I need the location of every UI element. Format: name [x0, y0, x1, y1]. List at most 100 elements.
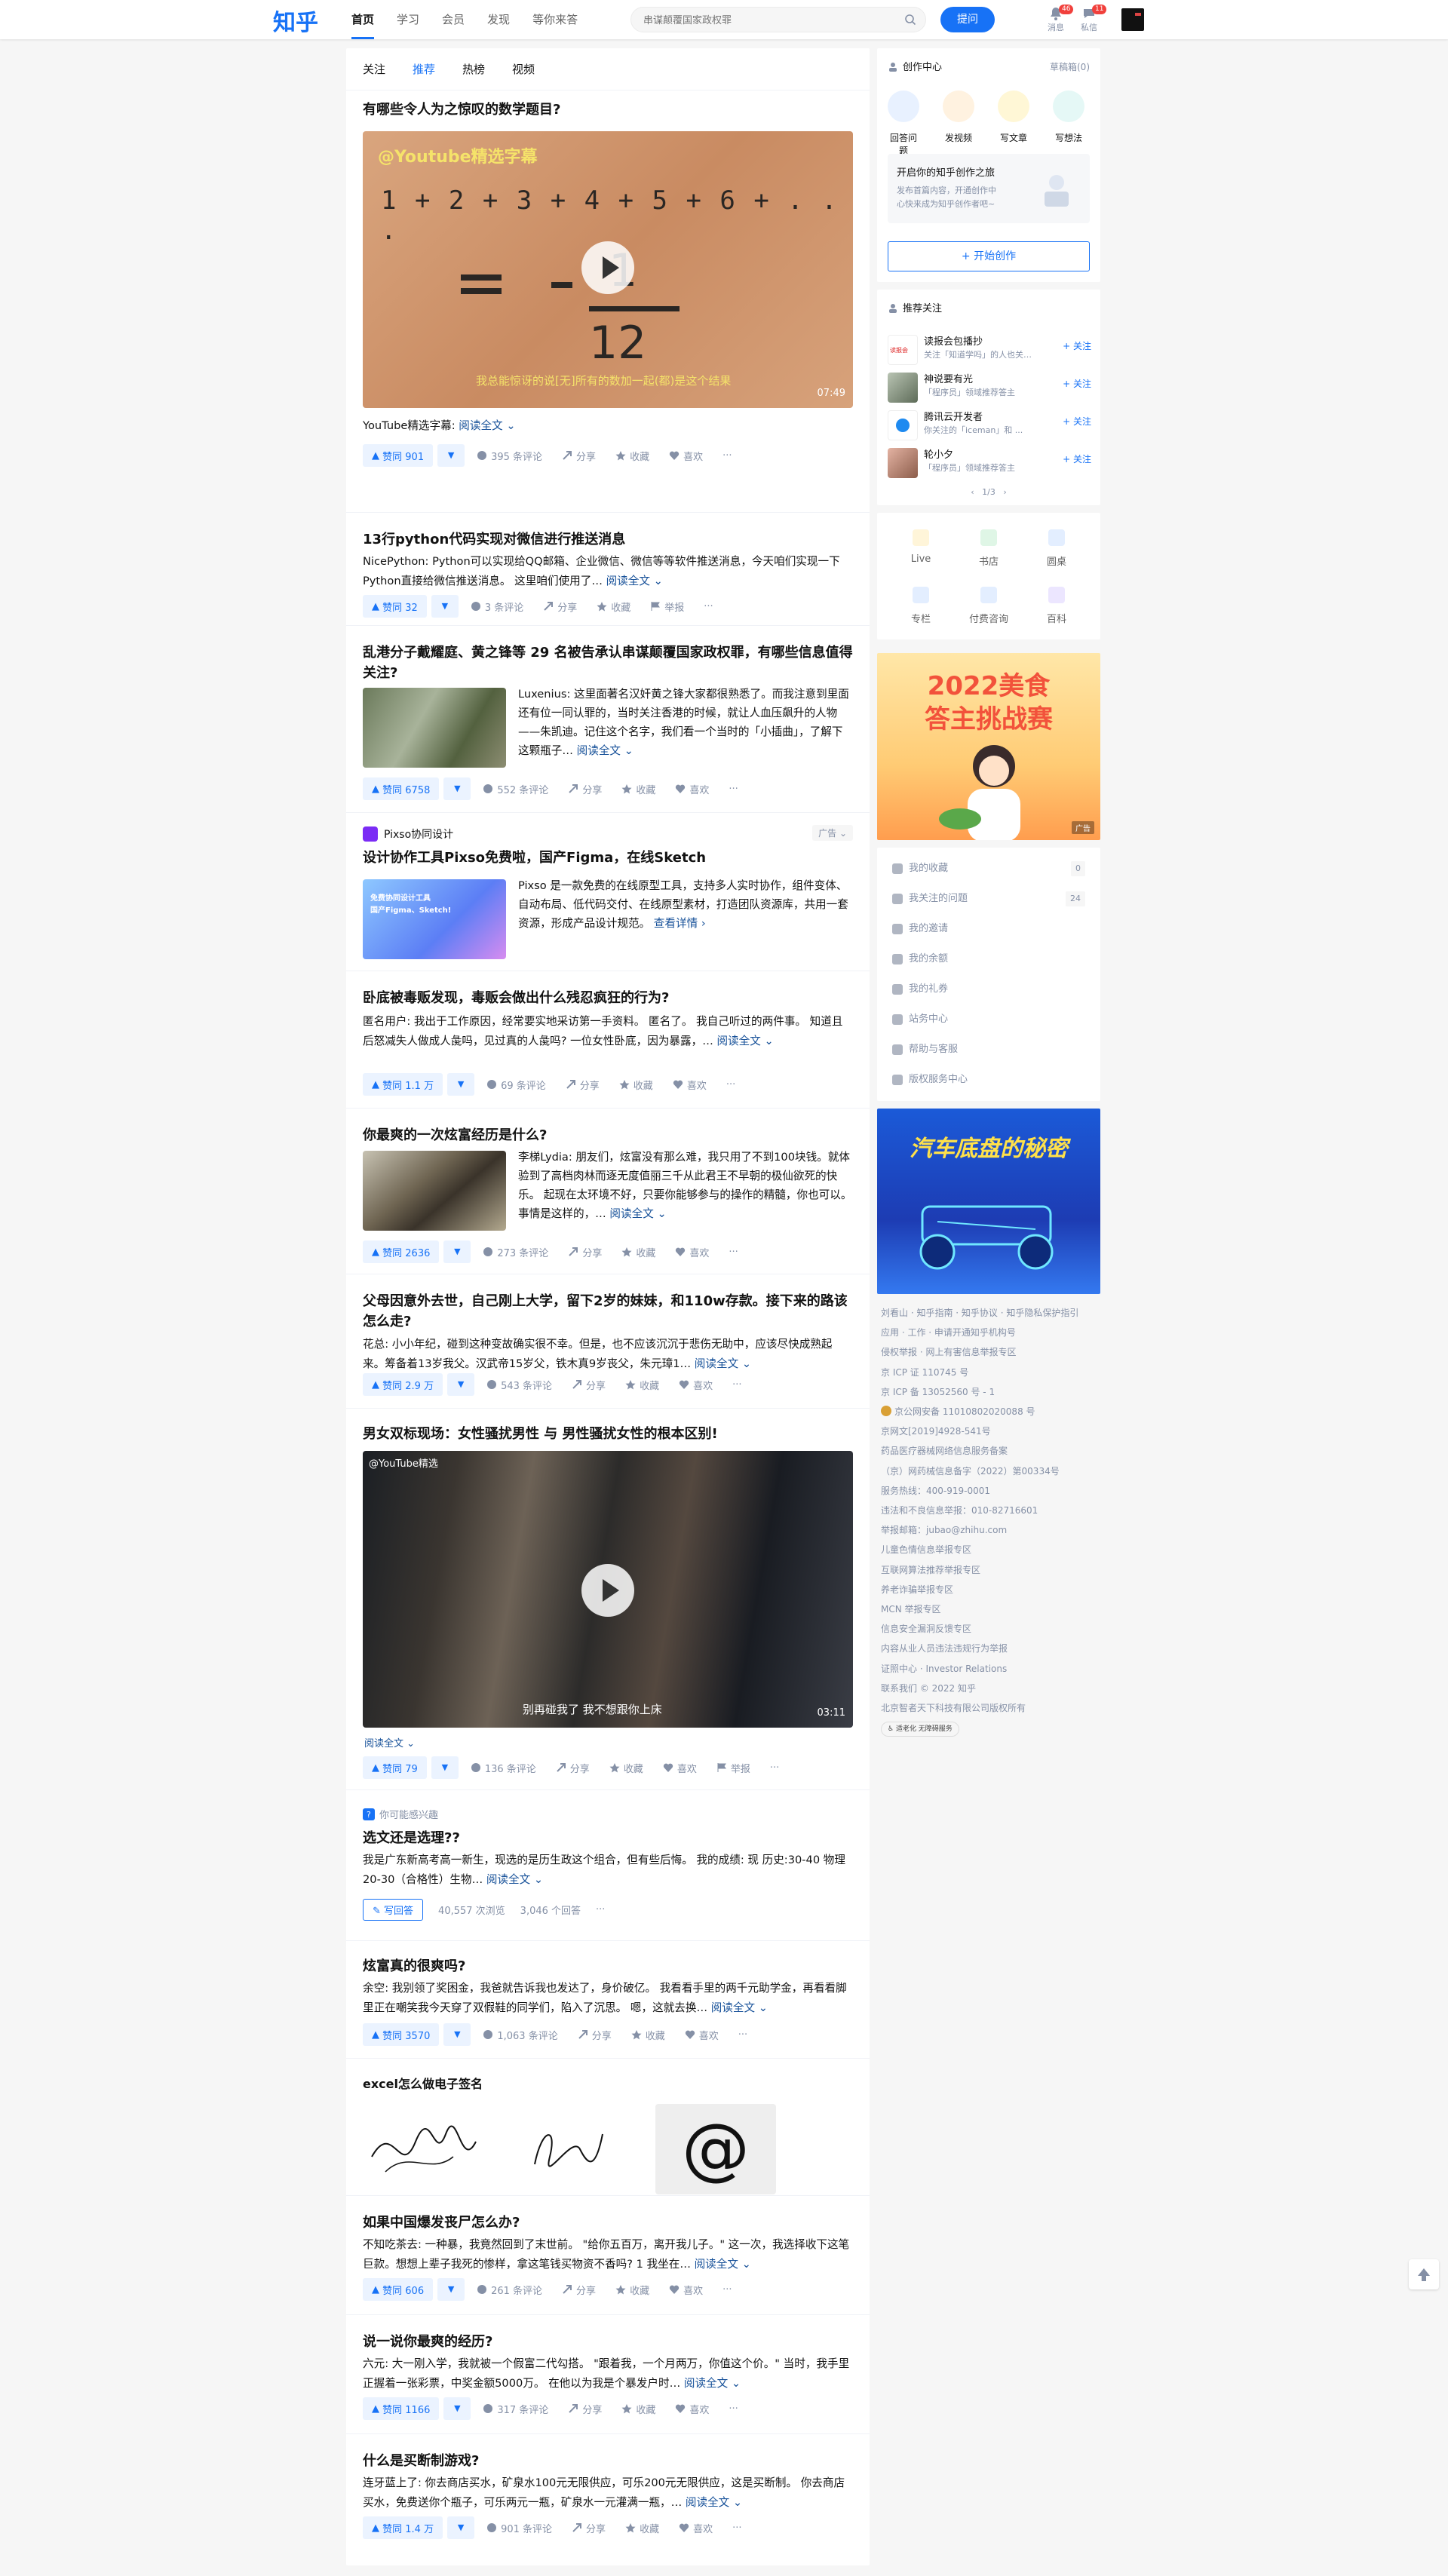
share-button[interactable]: 分享	[556, 1761, 590, 1775]
user-avatar[interactable]	[1121, 8, 1144, 31]
favorite-button[interactable]: 收藏	[621, 2402, 655, 2416]
share-button[interactable]: 分享	[543, 600, 577, 614]
prev-page-button[interactable]: ‹	[971, 487, 974, 497]
more-options-button[interactable]: ···	[729, 1247, 738, 1258]
card-title[interactable]: 炫富真的很爽吗?	[363, 1956, 465, 1976]
upvote-button[interactable]: ▲ 赞同 6758	[363, 777, 440, 800]
card-title[interactable]: 卧底被毒贩发现，毒贩会做出什么残忍疯狂的行为?	[363, 988, 669, 1008]
encyclopedia-link[interactable]: 百科	[1026, 587, 1087, 625]
share-button[interactable]: 分享	[568, 1245, 602, 1259]
nav-vip[interactable]: 会员	[442, 0, 465, 39]
follow-button[interactable]: + 关注	[1063, 339, 1091, 352]
column-link[interactable]: 专栏	[891, 587, 951, 625]
tab-hot[interactable]: 热榜	[462, 48, 485, 90]
nav-home[interactable]: 首页	[351, 0, 375, 39]
footer-line[interactable]: 药品医疗器械网络信息服务备案	[881, 1441, 1100, 1461]
share-button[interactable]: 分享	[568, 2402, 602, 2416]
footer-line[interactable]: 京网文[2019]4928-541号	[881, 1421, 1100, 1441]
favorite-button[interactable]: 收藏	[625, 2521, 659, 2535]
at-symbol-image[interactable]: @	[655, 2104, 776, 2194]
menu-balance[interactable]: 我的余额	[892, 944, 1085, 974]
start-creating-button[interactable]: + 开始创作	[888, 241, 1090, 271]
accessibility-button[interactable]: ♿ 适老化 无障碍服务	[881, 1722, 959, 1737]
like-button[interactable]: 喜欢	[675, 1245, 709, 1259]
comment-button[interactable]: 317 条评论	[483, 2402, 548, 2416]
read-more-link[interactable]: 阅读全文	[695, 1357, 738, 1370]
menu-favorites[interactable]: 我的收藏 0	[892, 854, 1085, 884]
footer-line[interactable]: 养老诈骗举报专区	[881, 1580, 1100, 1599]
follow-button[interactable]: + 关注	[1063, 452, 1091, 465]
like-button[interactable]: 喜欢	[679, 2521, 713, 2535]
post-video-button[interactable]: 发视频	[941, 90, 976, 144]
more-options-button[interactable]: ···	[726, 1079, 735, 1090]
card-title[interactable]: 如果中国爆发丧尸怎么办?	[363, 2213, 520, 2233]
like-button[interactable]: 喜欢	[663, 1761, 697, 1775]
upvote-button[interactable]: ▲ 赞同 79	[363, 1756, 427, 1779]
footer-line[interactable]: （京）网药械信息备字（2022）第00334号	[881, 1461, 1100, 1481]
card-title[interactable]: 父母因意外去世，自己刚上大学，留下2岁的妹妹，和110w存款。接下来的路该怎么走…	[363, 1291, 853, 1332]
food-challenge-banner[interactable]: 2022美食 答主挑战赛 广告	[877, 653, 1100, 840]
favorite-button[interactable]: 收藏	[631, 2028, 665, 2042]
read-more-link[interactable]: 阅读全文	[606, 575, 650, 587]
nav-discover[interactable]: 发现	[487, 0, 510, 39]
downvote-button[interactable]: ▼	[437, 444, 465, 467]
more-options-button[interactable]: ···	[722, 450, 732, 462]
report-button[interactable]: 举报	[650, 600, 684, 614]
menu-followed-questions[interactable]: 我关注的问题 24	[892, 884, 1085, 914]
tab-video[interactable]: 视频	[512, 48, 535, 90]
direct-messages-button[interactable]: 11 私信	[1074, 5, 1107, 33]
comment-button[interactable]: 3 条评论	[471, 600, 523, 614]
comment-button[interactable]: 552 条评论	[483, 782, 548, 796]
read-more-link[interactable]: 阅读全文	[577, 744, 621, 757]
downvote-button[interactable]: ▼	[437, 2278, 465, 2301]
live-link[interactable]: Live	[891, 529, 951, 565]
comment-button[interactable]: 901 条评论	[486, 2521, 552, 2535]
menu-coupons[interactable]: 我的礼券	[892, 974, 1085, 1004]
drafts-link[interactable]: 草稿箱(0)	[1050, 60, 1090, 73]
comment-button[interactable]: 261 条评论	[477, 2283, 542, 2297]
comment-button[interactable]: 273 条评论	[483, 1245, 548, 1259]
answer-thumbnail[interactable]	[363, 1151, 506, 1231]
footer-line[interactable]: 京公网安备 11010802020088 号	[881, 1402, 1100, 1421]
video-player[interactable]: @Youtube精选字幕 1 + 2 + 3 + 4 + 5 + 6 + . .…	[363, 131, 853, 408]
downvote-button[interactable]: ▼	[443, 777, 471, 800]
comment-button[interactable]: 1,063 条评论	[483, 2028, 558, 2042]
upvote-button[interactable]: ▲ 赞同 3570	[363, 2023, 440, 2046]
downvote-button[interactable]: ▼	[443, 2397, 471, 2420]
play-icon[interactable]	[581, 1564, 634, 1617]
card-title[interactable]: 什么是买断制游戏?	[363, 2451, 479, 2471]
like-button[interactable]: 喜欢	[685, 2028, 719, 2042]
read-more-link[interactable]: 阅读全文	[459, 419, 502, 432]
back-to-top-button[interactable]	[1409, 2259, 1439, 2289]
search-input[interactable]	[631, 8, 880, 32]
like-button[interactable]: 喜欢	[675, 782, 709, 796]
view-details-link[interactable]: 查看详情	[654, 917, 698, 930]
share-button[interactable]: 分享	[572, 1378, 606, 1392]
write-answer-button[interactable]: ✎ 写回答	[363, 1899, 424, 1921]
footer-line[interactable]: 内容从业人员违法违规行为举报	[881, 1639, 1100, 1658]
like-button[interactable]: 喜欢	[679, 1378, 713, 1392]
upvote-button[interactable]: ▲ 赞同 901	[363, 444, 434, 467]
upvote-button[interactable]: ▲ 赞同 32	[363, 595, 427, 618]
like-button[interactable]: 喜欢	[673, 1078, 707, 1092]
recommend-item[interactable]: 腾讯云开发者 你关注的「iceman」和 ... + 关注	[888, 404, 1091, 442]
footer-line[interactable]: 京 ICP 备 13052560 号 - 1	[881, 1382, 1100, 1402]
answer-question-button[interactable]: 回答问题	[886, 90, 921, 157]
more-options-button[interactable]: ···	[704, 601, 713, 612]
footer-line[interactable]: 举报邮箱：jubao@zhihu.com	[881, 1520, 1100, 1540]
card-title[interactable]: 有哪些令人为之惊叹的数学题目?	[363, 100, 560, 120]
card-title[interactable]: 乱港分子戴耀庭、黄之锋等 29 名被告承认串谋颠覆国家政权罪，有哪些信息值得关注…	[363, 642, 853, 683]
comment-button[interactable]: 543 条评论	[486, 1378, 552, 1392]
share-button[interactable]: 分享	[562, 2283, 596, 2297]
search-icon[interactable]	[904, 14, 916, 26]
recommend-item[interactable]: 轮小夕 「程序员」领域推荐答主 + 关注	[888, 442, 1091, 480]
menu-invitations[interactable]: 我的邀请	[892, 914, 1085, 944]
favorite-button[interactable]: 收藏	[615, 2283, 649, 2297]
footer-line[interactable]: 刘看山 · 知乎指南 · 知乎协议 · 知乎隐私保护指引	[881, 1303, 1100, 1323]
more-options-button[interactable]: ···	[722, 2284, 732, 2295]
downvote-button[interactable]: ▼	[443, 2023, 471, 2046]
zhihu-logo[interactable]: 知乎	[273, 4, 318, 37]
card-title[interactable]: 男女双标现场：女性骚扰男性 与 男性骚扰女性的根本区别!	[363, 1424, 718, 1444]
paid-consult-link[interactable]: 付费咨询	[959, 587, 1019, 625]
downvote-button[interactable]: ▼	[447, 1073, 475, 1096]
